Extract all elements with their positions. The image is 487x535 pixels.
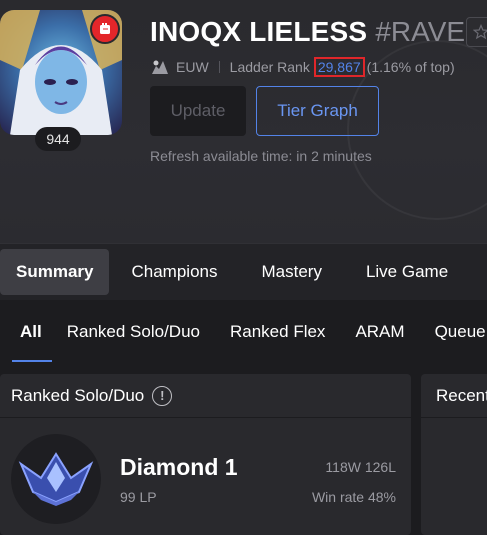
ladder-rank-percent: (1.16% of top) bbox=[366, 59, 455, 75]
profile-meta: EUW Ladder Rank 29,867 (1.16% of top) bbox=[150, 57, 455, 77]
ranked-card-title-text: Ranked Solo/Duo bbox=[11, 386, 145, 405]
queue-filter-tabs: All Ranked Solo/Duo Ranked Flex ARAM Que… bbox=[0, 300, 487, 364]
region-label: EUW bbox=[176, 59, 209, 75]
summoner-tagline: #RAVE bbox=[375, 16, 466, 47]
riot-fist-icon bbox=[90, 14, 120, 44]
update-button[interactable]: Update bbox=[150, 86, 246, 136]
info-icon[interactable]: ! bbox=[152, 386, 173, 406]
queue-tab-queue[interactable]: Queue bbox=[420, 300, 487, 364]
tab-live-game[interactable]: Live Game bbox=[344, 249, 470, 295]
recent-card: Recent bbox=[421, 374, 487, 535]
card-divider bbox=[421, 417, 487, 418]
favorite-button[interactable] bbox=[466, 17, 487, 47]
profile-header: 944 INOQX LIELESS #RAVE EUW Ladder Rank … bbox=[0, 0, 487, 243]
tab-mastery[interactable]: Mastery bbox=[239, 249, 343, 295]
win-rate: Win rate 48% bbox=[311, 489, 396, 505]
region-minion-icon bbox=[152, 60, 168, 74]
diamond-emblem-icon bbox=[18, 452, 94, 506]
profile-nav-tabs: Summary Champions Mastery Live Game bbox=[0, 243, 487, 300]
ladder-rank-label: Ladder Rank bbox=[229, 59, 310, 75]
queue-tab-ranked-flex[interactable]: Ranked Flex bbox=[215, 300, 340, 364]
win-loss-record: 118W 126L bbox=[325, 459, 396, 475]
card-divider bbox=[0, 417, 411, 418]
ladder-rank-link[interactable]: 29,867 bbox=[313, 57, 365, 77]
queue-tab-aram[interactable]: ARAM bbox=[340, 300, 419, 364]
summoner-name-row: INOQX LIELESS #RAVE bbox=[150, 14, 465, 50]
diamond-emblem bbox=[11, 434, 101, 524]
refresh-timer-text: Refresh available time: in 2 minutes bbox=[150, 148, 372, 164]
meta-divider bbox=[218, 61, 220, 73]
tab-champions[interactable]: Champions bbox=[109, 249, 239, 295]
ranked-card-title: Ranked Solo/Duo ! bbox=[11, 386, 173, 406]
queue-tab-ranked-solo[interactable]: Ranked Solo/Duo bbox=[52, 300, 215, 364]
summoner-name: INOQX LIELESS bbox=[150, 16, 368, 47]
recent-card-title: Recent bbox=[436, 386, 487, 405]
league-points: 99 LP bbox=[120, 489, 157, 505]
tab-summary[interactable]: Summary bbox=[0, 249, 110, 295]
star-icon bbox=[473, 24, 487, 40]
tier-name: Diamond 1 bbox=[120, 454, 238, 480]
tier-graph-button[interactable]: Tier Graph bbox=[256, 86, 379, 136]
level-badge: 944 bbox=[35, 127, 81, 151]
queue-tab-all[interactable]: All bbox=[0, 300, 52, 364]
